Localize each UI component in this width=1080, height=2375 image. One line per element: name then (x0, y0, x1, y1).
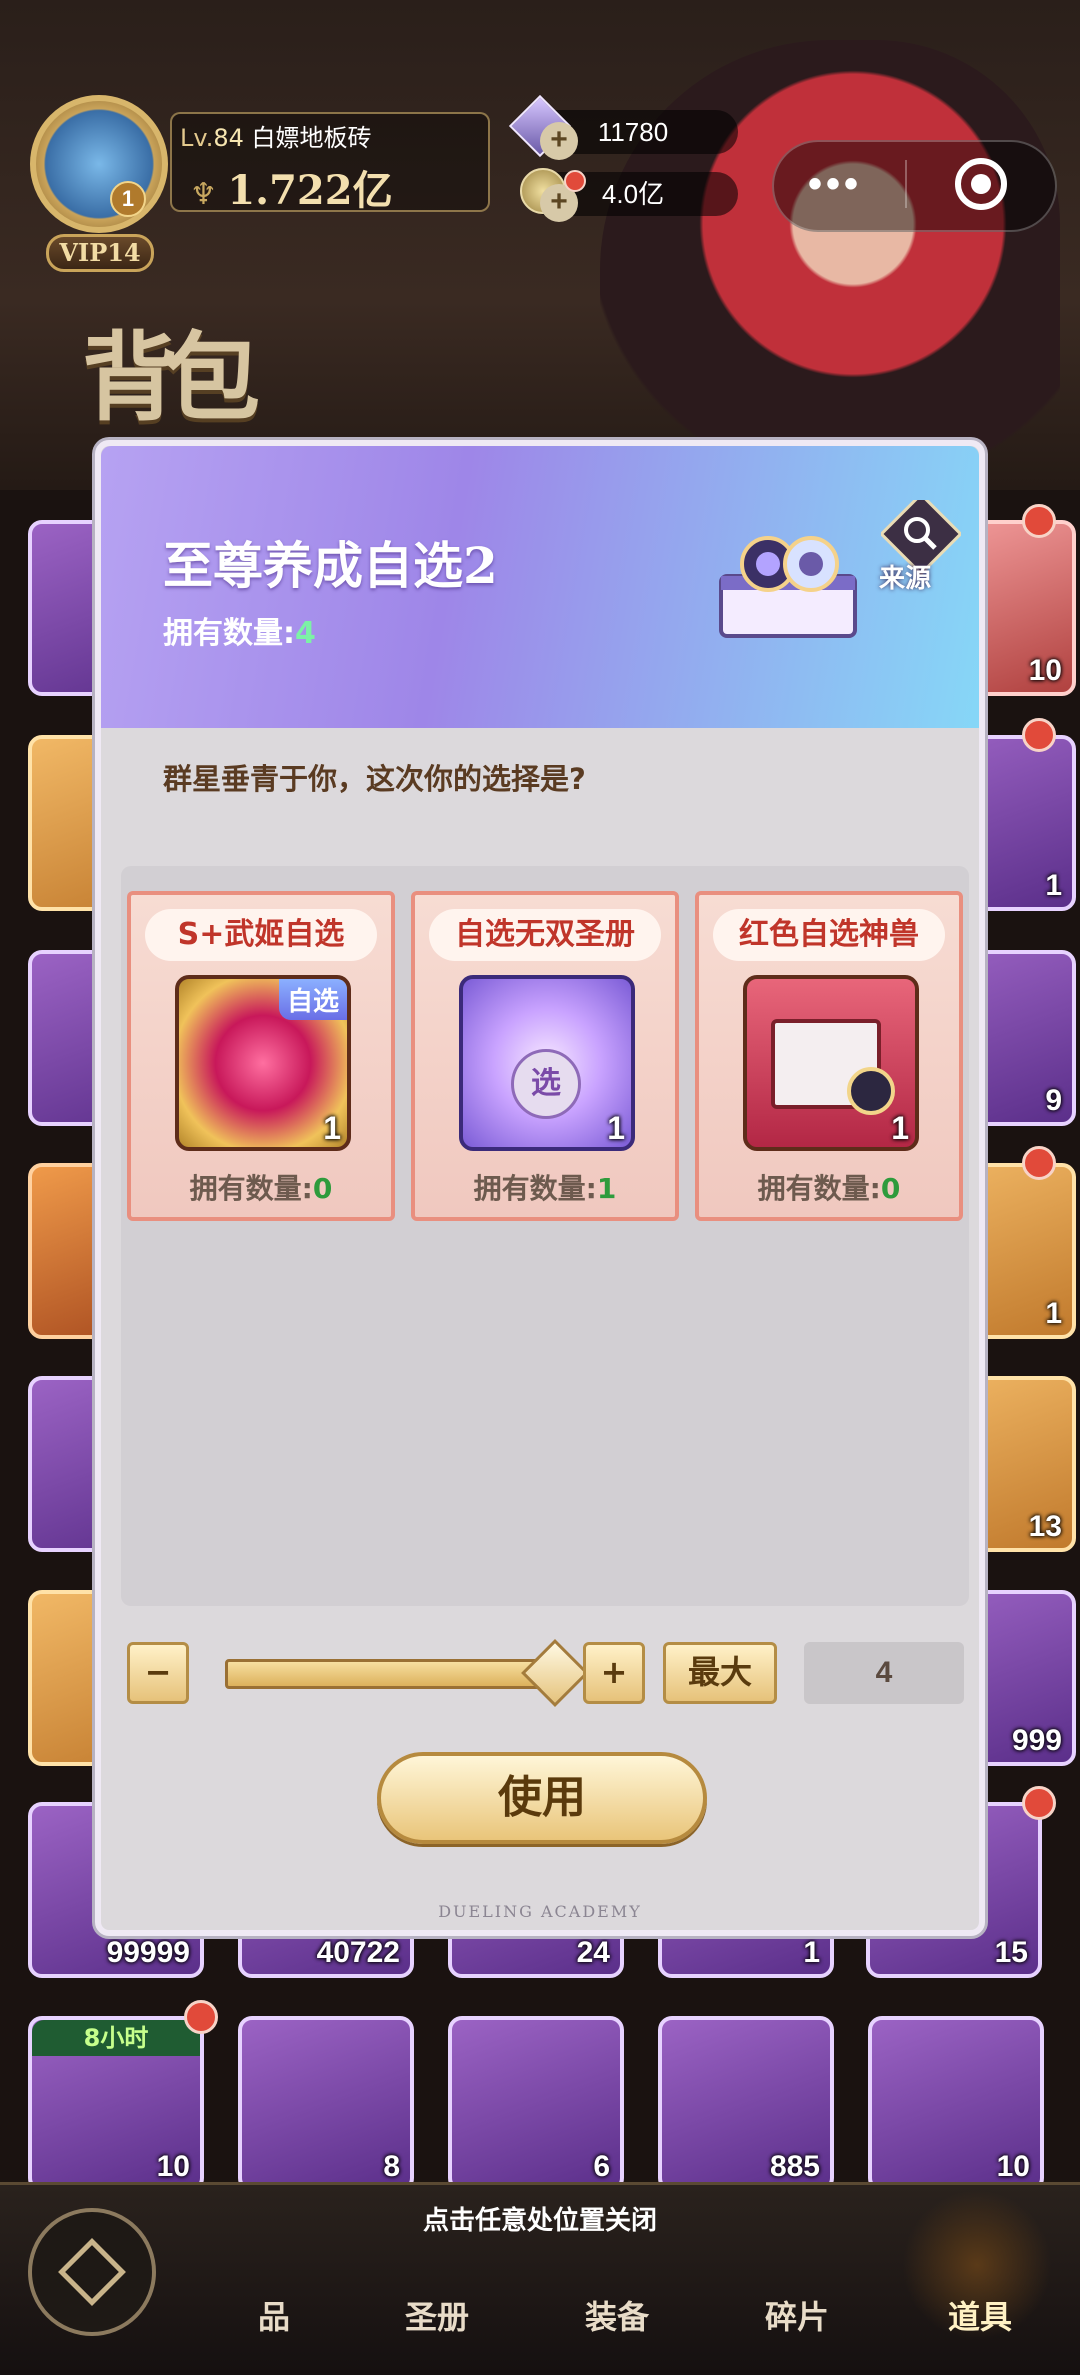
choice-owned-value: 1 (596, 1172, 617, 1205)
slot-count: 6 (593, 2150, 610, 2183)
dialog-footer-logo: DUELING ACADEMY (438, 1902, 642, 1921)
gold-notification-dot (564, 170, 586, 192)
slot-count: 24 (576, 1936, 610, 1969)
notification-dot (1022, 504, 1056, 538)
owned-value: 4 (295, 616, 316, 651)
power-icon: ♆ (190, 177, 228, 212)
slot-timer: 8小时 (32, 2020, 200, 2056)
player-name: 白嫖地板砖 (251, 124, 372, 152)
owned-label: 拥有数量: (163, 616, 295, 651)
nav-tab-equipment[interactable]: 装备 (585, 2292, 649, 2338)
slot-count: 9 (1045, 1084, 1062, 1117)
heroine-illustration (600, 40, 1060, 500)
decrease-button[interactable]: − (127, 1642, 189, 1704)
choice-card-weapon-maiden[interactable]: S+武姬自选 自选 1 拥有数量:0 (127, 891, 395, 1221)
gold-value: 4.0亿 (601, 179, 665, 209)
source-label[interactable]: 来源 (879, 558, 931, 595)
slot-count: 1 (803, 1936, 820, 1969)
choice-owned: 拥有数量:0 (131, 1167, 391, 1207)
nav-tab-items[interactable]: 品 (258, 2292, 290, 2338)
slot-count: 10 (1028, 654, 1062, 687)
slot-count: 10 (156, 2150, 190, 2183)
choice-prompt: 群星垂青于你，这次你的选择是? (163, 762, 586, 796)
choice-tag: 自选 (278, 979, 347, 1020)
bag-slot[interactable]: 885 (658, 2016, 834, 2192)
bag-slot[interactable]: 6 (448, 2016, 624, 2192)
add-diamond-button[interactable]: + (540, 122, 578, 160)
choice-list: S+武姬自选 自选 1 拥有数量:0 自选无双圣册 选 1 拥有数量:1 红色自… (121, 866, 969, 1606)
use-button[interactable]: 使用 (377, 1752, 707, 1844)
bag-title: 背包 (82, 321, 260, 434)
choice-count: 1 (891, 1110, 909, 1146)
choice-name: 自选无双圣册 (429, 909, 661, 961)
slot-count: 99999 (106, 1936, 190, 1969)
player-level: Lv.84 白嫖地板砖 (180, 118, 372, 153)
pouch-select-mark: 选 (511, 1049, 581, 1119)
choice-count: 1 (323, 1110, 341, 1146)
bag-slot[interactable]: 10 (868, 2016, 1044, 2192)
slider-thumb[interactable] (521, 1639, 589, 1707)
choice-name: S+武姬自选 (145, 909, 377, 961)
bag-slot[interactable]: 8 (238, 2016, 414, 2192)
level-value: 84 (213, 124, 244, 152)
choice-owned-label: 拥有数量: (473, 1172, 597, 1205)
nav-tab-tomes[interactable]: 圣册 (405, 2292, 469, 2338)
slot-count: 1 (1045, 869, 1062, 902)
diamond-value: 11780 (597, 117, 669, 147)
choice-card-peerless-tome[interactable]: 自选无双圣册 选 1 拥有数量:1 (411, 891, 679, 1221)
owned-quantity: 拥有数量:4 (163, 608, 316, 652)
power-value: 1.722亿 (227, 167, 393, 214)
slot-count: 8 (383, 2150, 400, 2183)
pouch-choice-icon: 选 1 (459, 975, 635, 1151)
slot-count: 999 (1011, 1724, 1062, 1757)
choice-owned: 拥有数量:1 (415, 1167, 675, 1207)
beast-orb (847, 1067, 895, 1115)
slot-count: 13 (1028, 1510, 1062, 1543)
capsule-divider (905, 160, 907, 208)
combat-power: ♆ 1.722亿 (190, 158, 393, 216)
choice-owned-value: 0 (880, 1172, 901, 1205)
bag-slot[interactable]: 8小时 10 (28, 2016, 204, 2192)
more-menu-icon[interactable]: ••• (808, 162, 862, 207)
slot-count: 40722 (316, 1936, 400, 1969)
choice-name: 红色自选神兽 (713, 909, 945, 961)
quantity-field[interactable]: 4 (804, 1642, 964, 1704)
choice-owned: 拥有数量:0 (699, 1167, 959, 1207)
beast-chest-choice-icon: 1 (743, 975, 919, 1151)
player-avatar[interactable]: 1 (30, 95, 168, 233)
notification-dot (1022, 718, 1056, 752)
close-miniprogram-icon[interactable] (955, 158, 1007, 210)
slot-count: 15 (994, 1936, 1028, 1969)
choice-card-red-beast[interactable]: 红色自选神兽 1 拥有数量:0 (695, 891, 963, 1221)
choice-chest-dialog: 至尊养成自选2 拥有数量:4 来源 群星垂青于你，这次你的选择是? S+武姬自选… (95, 440, 985, 1936)
vip-badge: VIP14 (46, 234, 154, 272)
choice-count: 1 (607, 1110, 625, 1146)
level-prefix: Lv. (180, 124, 214, 152)
slot-count: 1 (1045, 1297, 1062, 1330)
slot-count: 10 (996, 2150, 1030, 2183)
gem-choice-icon: 自选 1 (175, 975, 351, 1151)
increase-button[interactable]: + (583, 1642, 645, 1704)
dialog-title: 至尊养成自选2 (163, 536, 498, 595)
notification-dot (184, 2000, 218, 2034)
notification-dot (1022, 1146, 1056, 1180)
notification-dot (1022, 1786, 1056, 1820)
nav-tab-fragments[interactable]: 碎片 (765, 2292, 829, 2338)
nav-tab-props[interactable]: 道具 (948, 2292, 1012, 2338)
quantity-slider[interactable] (225, 1659, 545, 1689)
home-icon (58, 2238, 126, 2306)
max-button[interactable]: 最大 (663, 1642, 777, 1704)
choice-owned-label: 拥有数量: (757, 1172, 881, 1205)
chest-icon (719, 536, 857, 638)
slot-count: 885 (769, 2150, 820, 2183)
choice-owned-value: 0 (312, 1172, 333, 1205)
close-hint[interactable]: 点击任意处位置关闭 (0, 2200, 1080, 2237)
avatar-badge: 1 (110, 181, 146, 217)
choice-owned-label: 拥有数量: (189, 1172, 313, 1205)
